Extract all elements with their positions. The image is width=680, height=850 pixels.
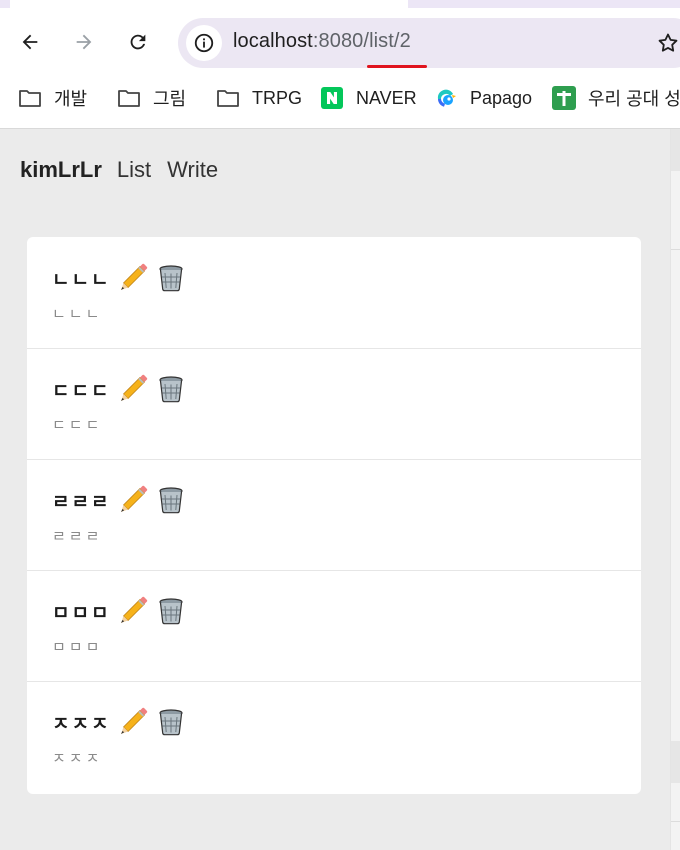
folder-icon — [18, 87, 42, 109]
list-item: ㄹㄹㄹ ㄹㄹㄹ — [27, 459, 641, 571]
url-path: /list/2 — [363, 30, 411, 52]
list-item-content: ㄹㄹㄹ — [52, 527, 103, 545]
list-item: ㅁㅁㅁ ㅁㅁㅁ — [27, 570, 641, 682]
bookmark-folder-dev[interactable]: 개발 — [18, 86, 87, 110]
list-item-content: ㄴㄴㄴ — [52, 305, 103, 323]
pencil-icon[interactable] — [118, 596, 148, 626]
list-item-title[interactable]: ㅁㅁㅁ — [52, 598, 110, 625]
bookmark-star-icon[interactable] — [656, 31, 680, 55]
list-item-content: ㅈㅈㅈ — [52, 749, 103, 767]
list-item-header: ㅈㅈㅈ — [52, 707, 186, 737]
bookmark-label: 우리 공대 성 — [588, 89, 680, 109]
page-viewport: kimLrLr List Write ㄴㄴㄴ ㄴㄴㄴ ㄷㄷㄷ ㄷㄷㄷ ㄹㄹㄹ ㄹ… — [0, 129, 670, 850]
list-item-content: ㄷㄷㄷ — [52, 416, 103, 434]
bookmark-label: NAVER — [356, 87, 417, 108]
pencil-icon[interactable] — [118, 707, 148, 737]
trash-icon[interactable] — [156, 374, 186, 404]
reload-icon — [130, 34, 146, 50]
bookmark-school[interactable]: 우리 공대 성 — [552, 86, 680, 110]
list-item-content: ㅁㅁㅁ — [52, 638, 103, 656]
list-item-header: ㄹㄹㄹ — [52, 485, 186, 515]
list-item-header: ㄷㄷㄷ — [52, 374, 186, 404]
bookmark-folder-drawing[interactable]: 그림 — [117, 86, 186, 110]
url-host: localhost — [233, 30, 313, 52]
scrollbar-segment — [671, 741, 680, 783]
list-item-title[interactable]: ㄷㄷㄷ — [52, 376, 110, 403]
pencil-icon[interactable] — [118, 485, 148, 515]
bookmark-label: 개발 — [54, 89, 88, 109]
forward-arrow-icon — [76, 34, 92, 50]
list-item-header: ㅁㅁㅁ — [52, 596, 186, 626]
bookmark-naver[interactable]: NAVER — [320, 86, 417, 110]
app-brand[interactable]: kimLrLr — [20, 157, 102, 183]
list-item: ㄷㄷㄷ ㄷㄷㄷ — [27, 348, 641, 460]
green-plus-icon — [552, 86, 576, 110]
nav-link-list[interactable]: List — [117, 157, 151, 183]
bookmark-label: TRPG — [252, 87, 303, 108]
back-arrow-icon — [22, 34, 38, 50]
url-path-highlight — [367, 65, 427, 68]
scrollbar-divider — [671, 249, 680, 250]
back-button[interactable] — [16, 28, 44, 56]
scrollbar-segment — [671, 129, 680, 171]
folder-icon — [117, 87, 141, 109]
trash-icon[interactable] — [156, 707, 186, 737]
list-item: ㄴㄴㄴ ㄴㄴㄴ — [27, 237, 641, 349]
trash-icon[interactable] — [156, 485, 186, 515]
bookmarks-bar: 개발 그림 TRPG NAVER Papago 우리 공대 성 — [0, 76, 680, 129]
papago-icon — [434, 87, 458, 109]
vertical-scrollbar[interactable] — [670, 129, 680, 850]
list-item-title[interactable]: ㄹㄹㄹ — [52, 487, 110, 514]
url-port: :8080 — [312, 30, 364, 52]
tab-strip — [0, 0, 680, 8]
naver-icon — [320, 87, 344, 109]
forward-button[interactable] — [70, 28, 98, 56]
list-item-title[interactable]: ㅈㅈㅈ — [52, 709, 110, 736]
address-bar[interactable]: localhost:8080/list/2 — [178, 18, 680, 68]
url-text: localhost:8080/list/2 — [233, 30, 411, 53]
list-item-header: ㄴㄴㄴ — [52, 263, 186, 293]
browser-toolbar: localhost:8080/list/2 — [0, 8, 680, 76]
pencil-icon[interactable] — [118, 263, 148, 293]
pencil-icon[interactable] — [118, 374, 148, 404]
nav-link-write[interactable]: Write — [167, 157, 218, 183]
site-info-button[interactable] — [186, 25, 222, 61]
reload-button[interactable] — [124, 28, 152, 56]
bookmark-label: Papago — [470, 87, 533, 108]
app-navbar: kimLrLr List Write — [20, 157, 234, 183]
active-tab[interactable] — [10, 0, 408, 8]
bookmark-papago[interactable]: Papago — [434, 86, 532, 110]
folder-icon — [216, 87, 240, 109]
list-item-title[interactable]: ㄴㄴㄴ — [52, 265, 110, 292]
list-item: ㅈㅈㅈ ㅈㅈㅈ — [27, 681, 641, 792]
bookmark-folder-trpg[interactable]: TRPG — [216, 86, 302, 110]
trash-icon[interactable] — [156, 263, 186, 293]
bookmark-label: 그림 — [153, 89, 187, 109]
post-list-card: ㄴㄴㄴ ㄴㄴㄴ ㄷㄷㄷ ㄷㄷㄷ ㄹㄹㄹ ㄹㄹㄹ ㅁㅁㅁ ㅁㅁㅁ ㅈㅈㅈ ㅈㅈㅈ — [27, 237, 641, 794]
trash-icon[interactable] — [156, 596, 186, 626]
scrollbar-divider — [671, 821, 680, 822]
info-icon — [194, 33, 214, 53]
